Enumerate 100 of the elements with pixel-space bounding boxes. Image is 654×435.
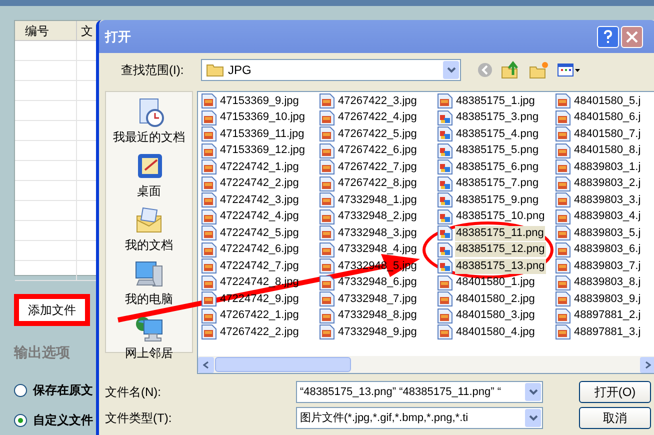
file-item[interactable]: 47332948_7.jpg bbox=[337, 292, 418, 307]
file-item[interactable]: 48385175_9.png bbox=[455, 192, 540, 208]
scroll-right-icon[interactable] bbox=[640, 356, 654, 372]
file-item[interactable]: 48401580_8.j bbox=[573, 143, 642, 158]
file-item[interactable]: 47153369_9.jpg bbox=[219, 94, 300, 109]
close-button[interactable] bbox=[621, 26, 643, 48]
jpg-file-icon bbox=[319, 110, 335, 126]
png-file-icon bbox=[437, 242, 453, 258]
horizontal-scrollbar[interactable] bbox=[198, 356, 654, 373]
file-item[interactable]: 47224742_7.jpg bbox=[219, 258, 300, 274]
file-item[interactable]: 47267422_6.jpg bbox=[337, 143, 418, 158]
file-item[interactable]: 47224742_8.jpg bbox=[219, 275, 300, 290]
jpg-file-icon bbox=[319, 225, 335, 242]
png-file-icon bbox=[437, 142, 453, 159]
file-item[interactable]: 47267422_7.jpg bbox=[337, 160, 418, 175]
jpg-file-icon bbox=[201, 308, 217, 324]
png-file-icon bbox=[437, 176, 453, 192]
file-item[interactable]: 48385175_6.png bbox=[455, 160, 540, 175]
jpg-file-icon bbox=[201, 324, 217, 340]
add-file-button[interactable]: 添加文件 bbox=[14, 294, 90, 326]
places-item[interactable]: 网上邻居 bbox=[125, 312, 173, 360]
jpg-file-icon bbox=[555, 291, 571, 308]
column-header[interactable]: 文 bbox=[77, 21, 97, 40]
png-file-icon bbox=[437, 126, 453, 142]
file-item[interactable]: 48401580_5.j bbox=[573, 94, 642, 109]
places-item[interactable]: 我的电脑 bbox=[125, 258, 173, 306]
places-item[interactable]: 我最近的文档 bbox=[113, 96, 185, 144]
file-item[interactable]: 47153369_12.jpg bbox=[219, 143, 306, 158]
file-item[interactable]: 47332948_9.jpg bbox=[337, 324, 418, 340]
file-item[interactable]: 47153369_11.jpg bbox=[219, 126, 306, 142]
file-item[interactable]: 48401580_3.jpg bbox=[455, 308, 536, 324]
file-item[interactable]: 48839803_7.j bbox=[573, 258, 642, 274]
file-item[interactable]: 47267422_8.jpg bbox=[337, 176, 418, 192]
file-item[interactable]: 48401580_2.jpg bbox=[455, 292, 536, 307]
file-item[interactable]: 48839803_6.j bbox=[573, 242, 642, 258]
jpg-file-icon bbox=[555, 324, 571, 340]
file-item[interactable]: 47332948_8.jpg bbox=[337, 308, 418, 324]
file-item[interactable]: 47267422_3.jpg bbox=[337, 94, 418, 109]
file-item[interactable]: 48839803_9.j bbox=[573, 292, 642, 307]
file-item[interactable]: 48401580_4.jpg bbox=[455, 324, 536, 340]
radio-button[interactable] bbox=[14, 384, 27, 396]
file-item[interactable]: 48385175_7.png bbox=[455, 176, 540, 192]
look-in-dropdown[interactable]: JPG bbox=[201, 59, 461, 81]
dialog-button[interactable]: 打开(O) bbox=[579, 381, 651, 403]
file-item[interactable]: 47267422_2.jpg bbox=[219, 324, 300, 340]
file-item[interactable]: 47224742_2.jpg bbox=[219, 176, 300, 192]
file-item[interactable]: 48385175_11.png bbox=[455, 226, 545, 241]
file-item[interactable]: 47224742_5.jpg bbox=[219, 226, 300, 241]
file-item[interactable]: 47332948_4.jpg bbox=[337, 242, 418, 258]
scroll-left-icon[interactable] bbox=[198, 356, 214, 372]
jpg-file-icon bbox=[201, 176, 217, 192]
file-item[interactable]: 47332948_2.jpg bbox=[337, 209, 418, 224]
png-file-icon bbox=[437, 159, 453, 176]
file-item[interactable]: 48401580_6.j bbox=[573, 110, 642, 126]
help-button[interactable] bbox=[597, 26, 619, 48]
places-item[interactable]: 桌面 bbox=[133, 150, 165, 198]
file-item[interactable]: 48385175_5.png bbox=[455, 143, 540, 158]
up-folder-icon[interactable] bbox=[501, 61, 521, 79]
file-item[interactable]: 48385175_1.jpg bbox=[455, 94, 536, 109]
file-item[interactable]: 48839803_3.j bbox=[573, 192, 642, 208]
file-name-field[interactable]: “48385175_13.png” “48385175_11.png” “ bbox=[296, 381, 543, 403]
scroll-thumb[interactable] bbox=[215, 357, 351, 372]
radio-button[interactable] bbox=[14, 414, 27, 426]
places-item[interactable]: 我的文档 bbox=[125, 204, 173, 252]
file-item[interactable]: 47267422_1.jpg bbox=[219, 308, 300, 324]
jpg-file-icon bbox=[555, 159, 571, 176]
file-item[interactable]: 48385175_3.png bbox=[455, 110, 540, 126]
file-item[interactable]: 48839803_1.j bbox=[573, 160, 642, 175]
file-item[interactable]: 48385175_12.png bbox=[455, 242, 546, 258]
close-icon bbox=[626, 30, 638, 42]
file-item[interactable]: 48401580_1.jpg bbox=[455, 275, 536, 290]
file-item[interactable]: 48839803_2.j bbox=[573, 176, 642, 192]
dialog-button[interactable]: 取消 bbox=[579, 407, 651, 429]
file-item[interactable]: 48401580_7.j bbox=[573, 126, 642, 142]
file-item[interactable]: 48385175_13.png bbox=[455, 258, 546, 274]
jpg-file-icon bbox=[319, 308, 335, 324]
file-item[interactable]: 47332948_1.jpg bbox=[337, 192, 418, 208]
file-item[interactable]: 48897881_2.j bbox=[573, 308, 642, 324]
file-item[interactable]: 48839803_4.j bbox=[573, 209, 642, 224]
file-item[interactable]: 47224742_6.jpg bbox=[219, 242, 300, 258]
file-item[interactable]: 47332948_6.jpg bbox=[337, 275, 418, 290]
png-file-icon bbox=[437, 208, 453, 225]
file-item[interactable]: 47267422_5.jpg bbox=[337, 126, 418, 142]
file-item[interactable]: 47224742_3.jpg bbox=[219, 192, 300, 208]
view-menu-icon[interactable] bbox=[557, 62, 581, 78]
file-item[interactable]: 47224742_4.jpg bbox=[219, 209, 300, 224]
jpg-file-icon bbox=[437, 93, 453, 110]
column-header[interactable]: 编号 bbox=[15, 21, 77, 40]
file-item[interactable]: 48385175_10.png bbox=[455, 209, 546, 224]
file-item[interactable]: 47332948_3.jpg bbox=[337, 226, 418, 241]
file-item[interactable]: 47267422_4.jpg bbox=[337, 110, 418, 126]
jpg-file-icon bbox=[319, 192, 335, 208]
file-item[interactable]: 47224742_1.jpg bbox=[219, 160, 300, 175]
file-item[interactable]: 48385175_4.png bbox=[455, 126, 540, 142]
file-item[interactable]: 48897881_3.j bbox=[573, 324, 642, 340]
new-folder-icon[interactable] bbox=[529, 61, 549, 79]
file-type-dropdown[interactable]: 图片文件(*.jpg,*.gif,*.bmp,*.png,*.ti bbox=[296, 407, 543, 429]
file-item[interactable]: 48839803_8.j bbox=[573, 275, 642, 290]
file-item[interactable]: 48839803_5.j bbox=[573, 226, 642, 241]
file-item[interactable]: 47153369_10.jpg bbox=[219, 110, 306, 126]
